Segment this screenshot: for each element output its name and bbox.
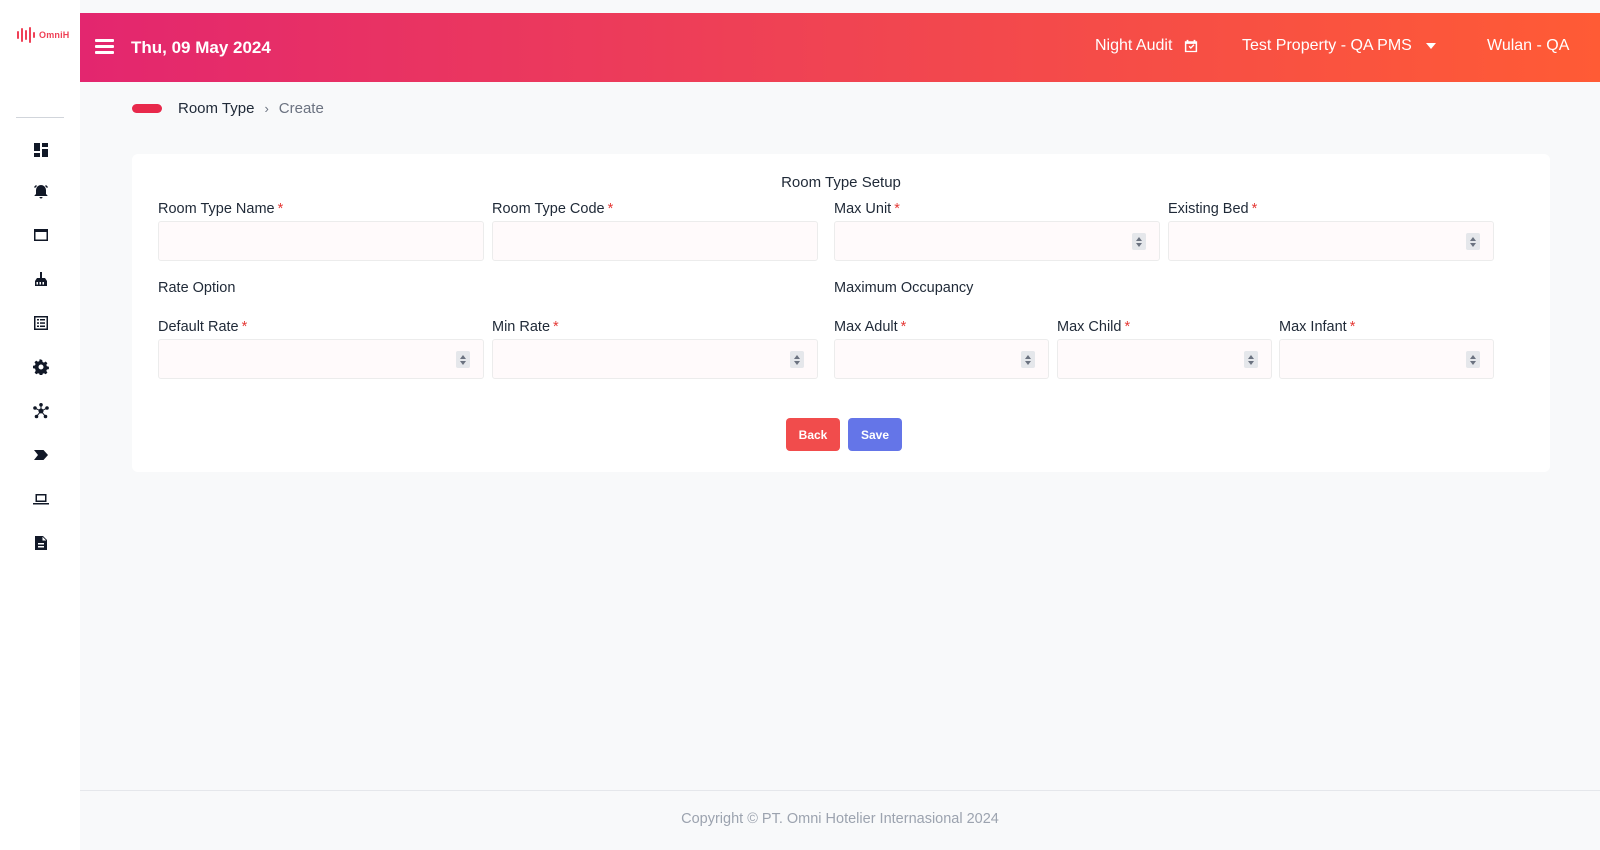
room-type-code-label: Room Type Code * <box>492 201 614 217</box>
min-rate-stepper-icon[interactable] <box>790 351 804 368</box>
default-rate-stepper-icon[interactable] <box>456 351 470 368</box>
label-icon[interactable] <box>32 446 50 464</box>
existing-bed-label: Existing Bed * <box>1168 201 1258 217</box>
app-logo[interactable]: OmniH <box>17 27 70 43</box>
caret-down-icon <box>1425 43 1436 49</box>
existing-bed-field: Existing Bed * <box>1168 201 1494 261</box>
max-unit-field: Max Unit * <box>834 201 1160 261</box>
default-rate-field: Default Rate * <box>158 319 484 379</box>
max-unit-stepper-icon[interactable] <box>1132 233 1146 250</box>
room-type-code-input[interactable] <box>492 221 818 261</box>
chevron-right-icon: › <box>264 101 269 116</box>
max-infant-label: Max Infant * <box>1279 319 1356 335</box>
room-type-name-input[interactable] <box>158 221 484 261</box>
list-icon[interactable] <box>32 314 50 332</box>
housekeeping-icon[interactable] <box>32 270 50 288</box>
breadcrumb-current: Create <box>278 100 324 117</box>
logo-mark <box>17 27 35 43</box>
sidebar: OmniH <box>0 0 80 850</box>
max-child-input[interactable] <box>1057 339 1272 379</box>
network-icon[interactable] <box>32 402 50 420</box>
form-title: Room Type Setup <box>781 174 901 191</box>
property-label: Test Property - QA PMS <box>1242 37 1412 54</box>
existing-bed-input[interactable] <box>1168 221 1494 261</box>
room-type-form-card: Room Type Setup Room Type Name * Room Typ… <box>132 154 1550 472</box>
max-child-stepper-icon[interactable] <box>1244 351 1258 368</box>
settings-icon[interactable] <box>32 358 50 376</box>
room-type-code-field: Room Type Code * <box>492 201 818 261</box>
min-rate-label: Min Rate * <box>492 319 559 335</box>
rate-option-heading: Rate Option <box>158 280 236 296</box>
sidebar-divider <box>16 117 64 118</box>
calendar-check-icon <box>1185 39 1198 53</box>
current-date: Thu, 09 May 2024 <box>131 38 271 57</box>
maximum-occupancy-heading: Maximum Occupancy <box>834 280 974 296</box>
max-infant-stepper-icon[interactable] <box>1466 351 1480 368</box>
max-unit-input[interactable] <box>834 221 1160 261</box>
max-child-label: Max Child * <box>1057 319 1131 335</box>
laptop-icon[interactable] <box>32 490 50 508</box>
room-type-name-label: Room Type Name * <box>158 201 284 217</box>
max-adult-input[interactable] <box>834 339 1049 379</box>
default-rate-input[interactable] <box>158 339 484 379</box>
night-audit-label: Night Audit <box>1095 37 1173 54</box>
footer: Copyright © PT. Omni Hotelier Internasio… <box>80 790 1600 850</box>
max-adult-label: Max Adult * <box>834 319 907 335</box>
night-audit-button[interactable]: Night Audit <box>1095 37 1198 55</box>
report-icon[interactable] <box>32 534 50 552</box>
copyright-text: Copyright © PT. Omni Hotelier Internasio… <box>681 811 999 827</box>
default-rate-label: Default Rate * <box>158 319 248 335</box>
back-button[interactable]: Back <box>786 418 840 451</box>
save-button[interactable]: Save <box>848 418 902 451</box>
menu-icon[interactable] <box>95 39 114 55</box>
user-menu[interactable]: Wulan - QA <box>1487 37 1569 55</box>
max-infant-input[interactable] <box>1279 339 1494 379</box>
top-header: Thu, 09 May 2024 Night Audit Test Proper… <box>80 13 1600 82</box>
breadcrumb-room-type[interactable]: Room Type <box>178 100 254 117</box>
max-adult-stepper-icon[interactable] <box>1021 351 1035 368</box>
alarm-icon[interactable] <box>32 182 50 200</box>
max-adult-field: Max Adult * <box>834 319 1049 379</box>
max-infant-field: Max Infant * <box>1279 319 1494 379</box>
property-selector[interactable]: Test Property - QA PMS <box>1242 37 1436 55</box>
breadcrumb: Room Type › Create <box>132 100 324 117</box>
breadcrumb-accent-pill <box>132 104 162 113</box>
window-icon[interactable] <box>32 226 50 244</box>
min-rate-input[interactable] <box>492 339 818 379</box>
dashboard-icon[interactable] <box>32 141 50 159</box>
max-child-field: Max Child * <box>1057 319 1272 379</box>
min-rate-field: Min Rate * <box>492 319 818 379</box>
max-unit-label: Max Unit * <box>834 201 900 217</box>
logo-text: OmniH <box>39 30 70 40</box>
room-type-name-field: Room Type Name * <box>158 201 484 261</box>
existing-bed-stepper-icon[interactable] <box>1466 233 1480 250</box>
